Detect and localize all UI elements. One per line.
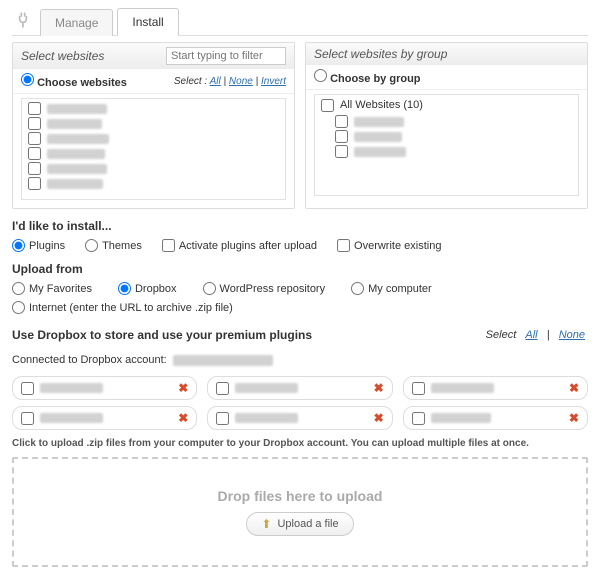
activate-after-upload-check[interactable]: Activate plugins after upload <box>162 239 317 252</box>
remove-file-icon[interactable]: ✖ <box>178 412 188 424</box>
group-list[interactable]: All Websites (10) <box>314 94 579 196</box>
list-item[interactable] <box>22 101 285 116</box>
dropbox-file[interactable]: ✖ <box>12 376 197 400</box>
overwrite-existing-check[interactable]: Overwrite existing <box>337 239 441 252</box>
dropbox-file[interactable]: ✖ <box>12 406 197 430</box>
remove-file-icon[interactable]: ✖ <box>569 382 579 394</box>
panel-select-websites: Select websites Choose websites Select :… <box>12 42 295 209</box>
select-links: Select : All | None | Invert <box>174 76 286 87</box>
list-item[interactable] <box>22 176 285 191</box>
install-heading: I'd like to install... <box>12 219 588 233</box>
remove-file-icon[interactable]: ✖ <box>374 382 384 394</box>
list-item[interactable]: All Websites (10) <box>315 97 578 114</box>
remove-file-icon[interactable]: ✖ <box>374 412 384 424</box>
upload-from-heading: Upload from <box>12 262 588 276</box>
choose-websites-radio[interactable]: Choose websites <box>21 73 127 89</box>
dropbox-connected-row: Connected to Dropbox account: <box>12 354 588 366</box>
select-none-link[interactable]: None <box>229 76 253 87</box>
remove-file-icon[interactable]: ✖ <box>178 382 188 394</box>
install-plugins-radio[interactable]: Plugins <box>12 239 65 252</box>
choose-by-group-radio[interactable]: Choose by group <box>314 69 421 85</box>
dropbox-select-all[interactable]: All <box>525 329 537 341</box>
dropbox-file[interactable]: ✖ <box>403 376 588 400</box>
upload-icon: ⬆ <box>261 517 271 531</box>
source-internet-radio[interactable]: Internet (enter the URL to archive .zip … <box>12 301 233 314</box>
upload-hint: Click to upload .zip files from your com… <box>12 438 588 449</box>
list-item[interactable] <box>22 116 285 131</box>
dropbox-file[interactable]: ✖ <box>403 406 588 430</box>
list-item[interactable] <box>22 146 285 161</box>
dropzone-label: Drop files here to upload <box>218 488 383 504</box>
list-item[interactable] <box>329 129 578 144</box>
remove-file-icon[interactable]: ✖ <box>569 412 579 424</box>
panel-title: Select websites by group <box>314 47 447 61</box>
dropbox-heading: Use Dropbox to store and use your premiu… <box>12 328 312 342</box>
source-dropbox-radio[interactable]: Dropbox <box>118 282 177 295</box>
website-list[interactable] <box>21 98 286 200</box>
list-item[interactable] <box>22 131 285 146</box>
dropzone[interactable]: Drop files here to upload ⬆ Upload a fil… <box>12 457 588 567</box>
source-favorites-radio[interactable]: My Favorites <box>12 282 92 295</box>
dropbox-file-grid: ✖ ✖ ✖ ✖ ✖ ✖ <box>12 376 588 430</box>
filter-input[interactable] <box>166 47 286 65</box>
list-item[interactable] <box>22 161 285 176</box>
panel-select-groups: Select websites by group Choose by group… <box>305 42 588 209</box>
dropbox-file[interactable]: ✖ <box>207 406 392 430</box>
select-all-link[interactable]: All <box>210 76 221 87</box>
tab-install[interactable]: Install <box>117 8 178 36</box>
panel-title: Select websites <box>21 49 104 63</box>
tab-manage[interactable]: Manage <box>40 9 113 36</box>
list-item[interactable] <box>329 144 578 159</box>
dropbox-file[interactable]: ✖ <box>207 376 392 400</box>
source-computer-radio[interactable]: My computer <box>351 282 432 295</box>
source-wp-radio[interactable]: WordPress repository <box>203 282 326 295</box>
dropbox-select-none[interactable]: None <box>559 329 585 341</box>
list-item[interactable] <box>329 114 578 129</box>
select-invert-link[interactable]: Invert <box>261 76 286 87</box>
upload-file-button[interactable]: ⬆ Upload a file <box>246 512 353 536</box>
plugin-icon <box>12 9 34 31</box>
install-themes-radio[interactable]: Themes <box>85 239 142 252</box>
